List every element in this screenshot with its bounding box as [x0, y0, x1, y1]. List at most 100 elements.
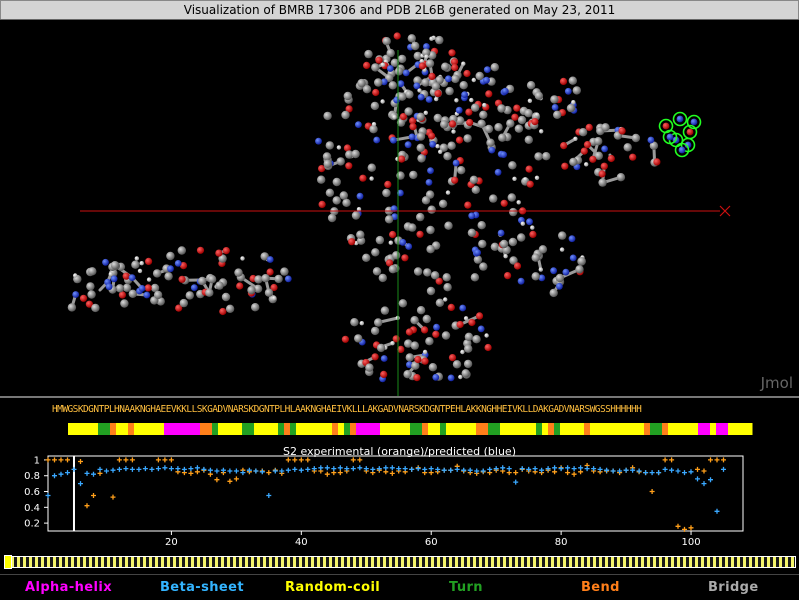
data-point-predicted	[520, 466, 525, 471]
ss-segment	[326, 423, 333, 435]
data-point-predicted	[669, 468, 674, 473]
legend-alpha-helix: Alpha-helix	[25, 580, 112, 595]
data-point-predicted	[442, 468, 447, 473]
ss-segment	[404, 423, 411, 435]
data-point-predicted	[370, 467, 375, 472]
ss-segment	[548, 423, 555, 435]
sequence-panel: 0.20.40.60.8120406080100 HMWGSKDGNTPLHNA…	[0, 398, 799, 550]
ss-segment	[254, 423, 261, 435]
ss-segment	[278, 423, 285, 435]
data-point-predicted	[162, 465, 167, 470]
data-point-predicted	[637, 469, 642, 474]
data-point-predicted	[500, 465, 505, 470]
ss-segment	[362, 423, 369, 435]
data-point-experimental	[721, 457, 726, 462]
ss-segment	[98, 423, 105, 435]
data-point-predicted	[351, 466, 356, 471]
data-point-experimental	[214, 477, 219, 482]
data-point-predicted	[85, 471, 90, 476]
ss-segment	[68, 423, 75, 435]
data-point-predicted	[188, 466, 193, 471]
data-point-predicted	[286, 468, 291, 473]
data-point-experimental	[156, 457, 161, 462]
y-tick-label: 0.8	[24, 471, 40, 482]
ss-segment	[188, 423, 195, 435]
data-point-predicted	[572, 466, 577, 471]
ss-segment	[380, 423, 387, 435]
legend-beta-sheet: Beta-sheet	[160, 580, 244, 595]
scrollbar-thumb[interactable]	[4, 555, 12, 569]
ss-segment	[692, 423, 699, 435]
ss-segment	[116, 423, 123, 435]
ss-segment	[386, 423, 393, 435]
ss-segment	[416, 423, 423, 435]
ss-segment	[506, 423, 513, 435]
data-point-predicted	[208, 468, 213, 473]
molecule-structure[interactable]	[0, 20, 799, 396]
data-point-predicted	[123, 466, 128, 471]
ss-segment	[92, 423, 99, 435]
ss-segment	[266, 423, 273, 435]
data-point-predicted	[604, 468, 609, 473]
data-point-predicted	[513, 480, 518, 485]
data-point-experimental	[689, 525, 694, 530]
data-point-experimental	[130, 457, 135, 462]
data-point-predicted	[156, 466, 161, 471]
s2-chart-title: S2 experimental (orange)/predicted (blue…	[0, 445, 799, 458]
x-tick-label: 100	[681, 537, 700, 548]
ss-segment	[560, 423, 567, 435]
ss-segment	[176, 423, 183, 435]
data-point-experimental	[78, 459, 83, 464]
ss-segment	[572, 423, 579, 435]
data-point-predicted	[46, 493, 51, 498]
ss-segment	[296, 423, 303, 435]
molecule-3d-viewer[interactable]: Jmol	[0, 19, 799, 398]
ss-segment	[134, 423, 141, 435]
ss-segment	[182, 423, 189, 435]
data-point-predicted	[481, 469, 486, 474]
ss-segment	[422, 423, 429, 435]
y-tick-label: 0.4	[24, 503, 40, 514]
data-point-predicted	[656, 470, 661, 475]
data-point-experimental	[565, 470, 570, 475]
data-point-predicted	[98, 467, 103, 472]
data-point-predicted	[299, 468, 304, 473]
data-point-experimental	[663, 457, 668, 462]
data-point-predicted	[390, 465, 395, 470]
ss-segment	[452, 423, 459, 435]
ss-segment	[704, 423, 711, 435]
ss-segment	[650, 423, 657, 435]
scrollbar-track[interactable]	[4, 556, 796, 568]
sequence-scrollbar[interactable]	[0, 552, 799, 574]
data-point-predicted	[357, 465, 362, 470]
data-point-predicted	[338, 465, 343, 470]
ss-segment	[740, 423, 747, 435]
data-point-experimental	[708, 457, 713, 462]
ss-segment	[86, 423, 93, 435]
ss-segment	[590, 423, 597, 435]
ss-segment	[608, 423, 615, 435]
ss-segment	[236, 423, 243, 435]
ss-segment	[674, 423, 681, 435]
data-point-predicted	[117, 467, 122, 472]
data-point-predicted	[91, 472, 96, 477]
data-point-experimental	[162, 457, 167, 462]
data-point-experimental	[52, 457, 57, 462]
window-title: Visualization of BMRB 17306 and PDB 2L6B…	[0, 0, 799, 19]
ss-segment	[458, 423, 465, 435]
data-point-experimental	[676, 524, 681, 529]
data-point-predicted	[78, 481, 83, 486]
ss-segment	[308, 423, 315, 435]
sequence-text[interactable]: HMWGSKDGNTPLHNAAKNGHAEEVKKLLSKGADVNARSKD…	[52, 404, 641, 415]
data-point-predicted	[201, 467, 206, 472]
data-point-experimental	[286, 457, 291, 462]
ss-segment	[194, 423, 201, 435]
ss-segment	[104, 423, 111, 435]
selected-atom	[687, 129, 694, 136]
ss-segment	[584, 423, 591, 435]
data-point-experimental	[390, 471, 395, 476]
data-point-predicted	[611, 469, 616, 474]
data-point-predicted	[624, 468, 629, 473]
ss-segment	[284, 423, 291, 435]
ss-segment	[578, 423, 585, 435]
